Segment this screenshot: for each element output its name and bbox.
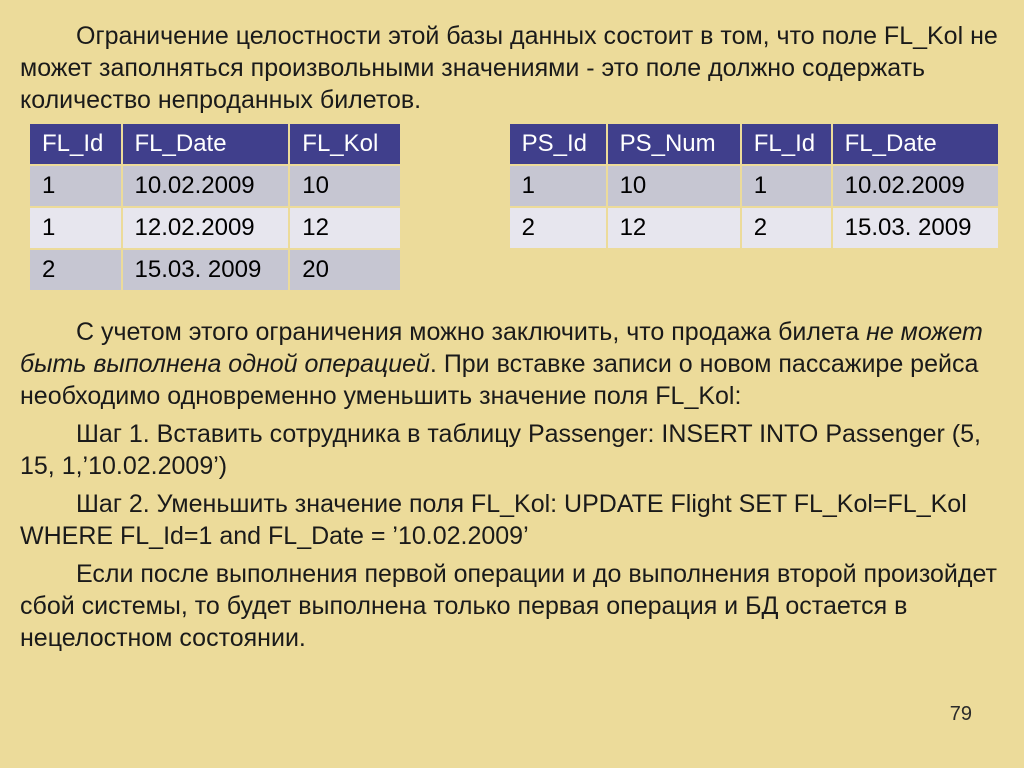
step2-text: Шаг 2. Уменьшить значение поля FL_Kol: U… [20, 490, 967, 550]
step-paragraph: Шаг 2. Уменьшить значение поля FL_Kol: U… [20, 488, 1000, 552]
cell: 10.02.2009 [833, 166, 998, 206]
tables-row: FL_Id FL_Date FL_Kol 1 10.02.2009 10 1 1… [28, 122, 1000, 292]
col-header: FL_Date [123, 124, 289, 164]
body-paragraph: С учетом этого ограничения можно заключи… [20, 316, 1000, 412]
cell: 2 [742, 208, 831, 248]
col-header: FL_Id [30, 124, 121, 164]
table-row: 2 12 2 15.03. 2009 [510, 208, 998, 248]
conclusion-text: Если после выполнения первой операции и … [20, 560, 997, 652]
flight-table: FL_Id FL_Date FL_Kol 1 10.02.2009 10 1 1… [28, 122, 402, 292]
step1-text: Шаг 1. Вставить сотрудника в таблицу Pas… [20, 420, 981, 480]
intro-paragraph: Ограничение целостности этой базы данных… [20, 20, 1000, 116]
table-header-row: PS_Id PS_Num FL_Id FL_Date [510, 124, 998, 164]
page-number: 79 [950, 703, 972, 726]
cell: 12 [608, 208, 740, 248]
col-header: FL_Date [833, 124, 998, 164]
cell: 2 [30, 250, 121, 290]
cell: 12 [290, 208, 399, 248]
conclusion-paragraph: Если после выполнения первой операции и … [20, 558, 1000, 654]
cell: 10.02.2009 [123, 166, 289, 206]
cell: 1 [30, 208, 121, 248]
table-header-row: FL_Id FL_Date FL_Kol [30, 124, 400, 164]
intro-text-a: Ограничение целостности этой базы данных… [76, 22, 822, 50]
col-header: FL_Kol [290, 124, 399, 164]
cell: 1 [742, 166, 831, 206]
step-paragraph: Шаг 1. Вставить сотрудника в таблицу Pas… [20, 418, 1000, 482]
cell: 15.03. 2009 [833, 208, 998, 248]
cell: 20 [290, 250, 399, 290]
col-header: PS_Num [608, 124, 740, 164]
cell: 12.02.2009 [123, 208, 289, 248]
cell: 1 [30, 166, 121, 206]
cell: 10 [608, 166, 740, 206]
cell: 2 [510, 208, 606, 248]
table-row: 1 10 1 10.02.2009 [510, 166, 998, 206]
table-row: 2 15.03. 2009 20 [30, 250, 400, 290]
cell: 15.03. 2009 [123, 250, 289, 290]
table-row: 1 10.02.2009 10 [30, 166, 400, 206]
cell: 10 [290, 166, 399, 206]
col-header: FL_Id [742, 124, 831, 164]
col-header: PS_Id [510, 124, 606, 164]
text-a: С учетом этого ограничения можно заключи… [76, 318, 866, 346]
passenger-table: PS_Id PS_Num FL_Id FL_Date 1 10 1 10.02.… [508, 122, 1000, 250]
cell: 1 [510, 166, 606, 206]
table-row: 1 12.02.2009 12 [30, 208, 400, 248]
